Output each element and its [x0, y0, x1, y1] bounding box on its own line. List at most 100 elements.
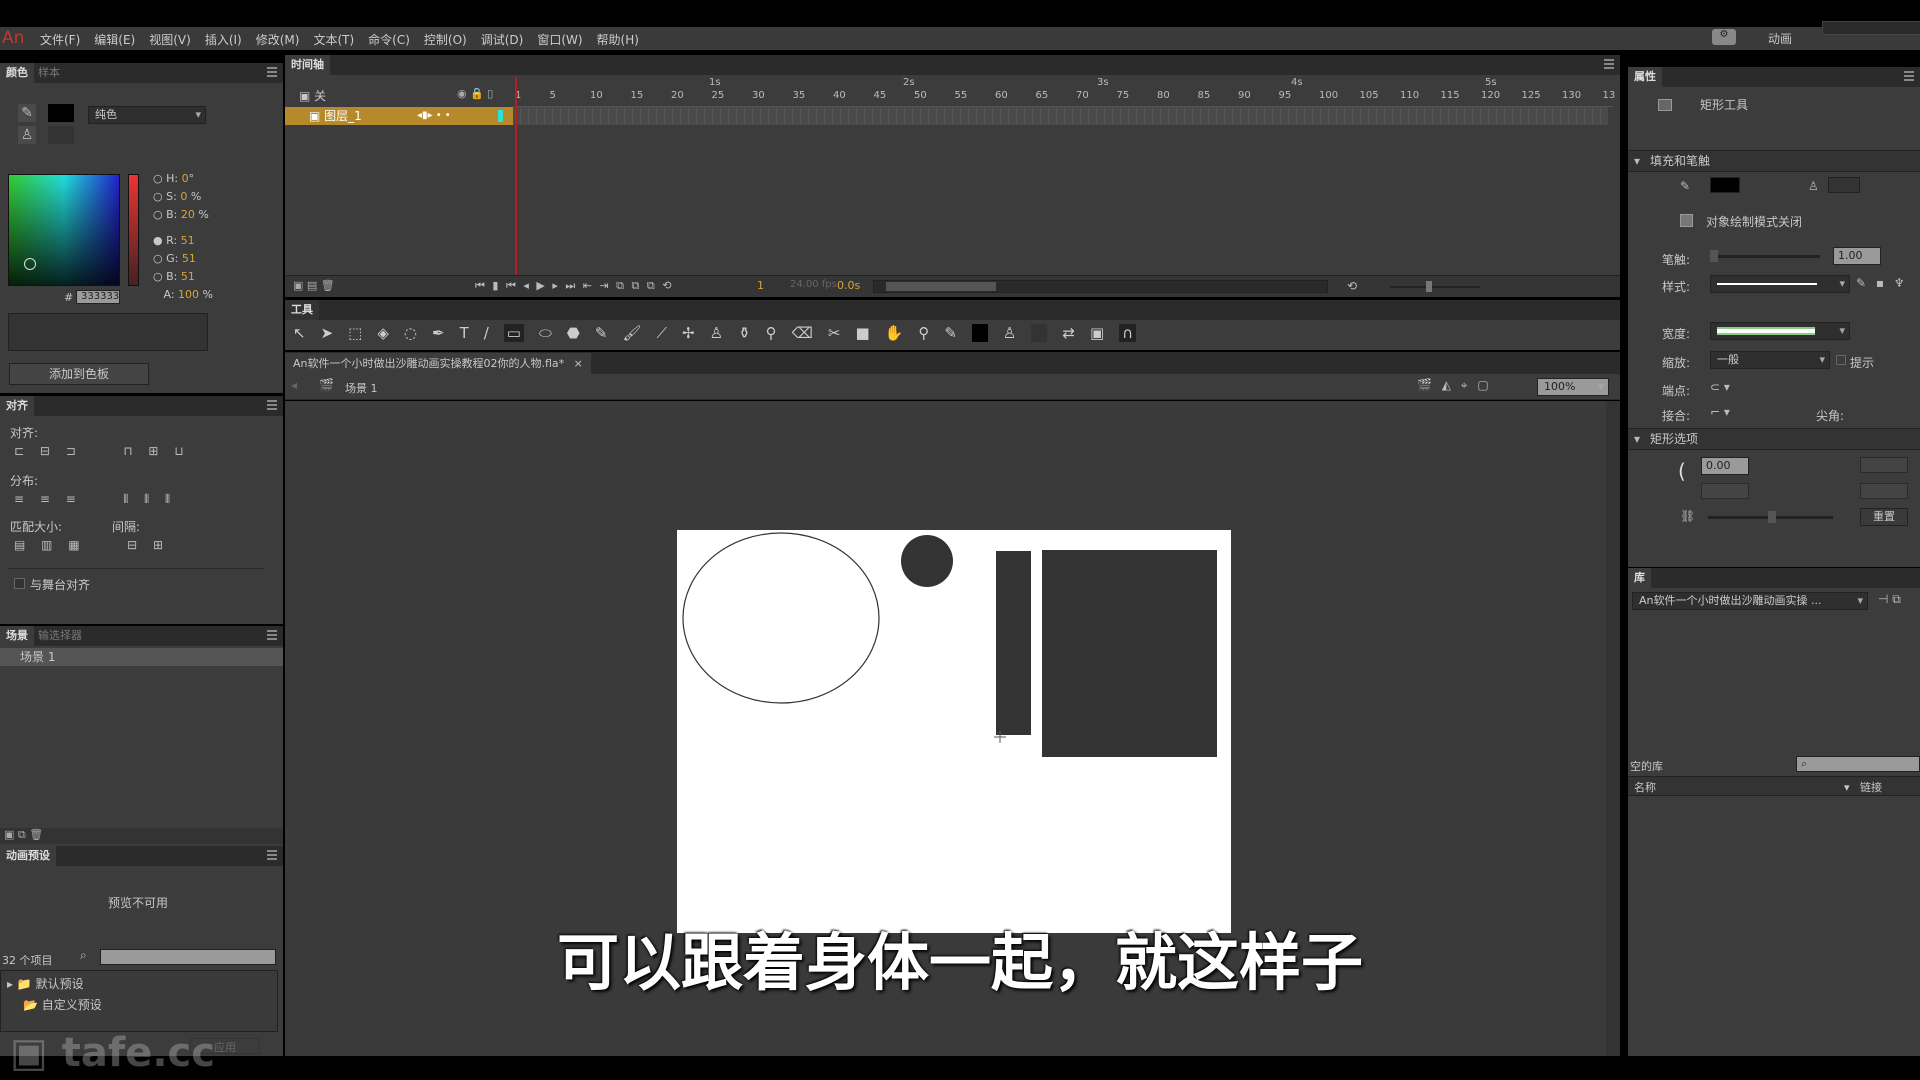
tab-properties[interactable]: 属性 — [1628, 67, 1662, 87]
subselection-tool-icon[interactable]: ➤ — [321, 324, 334, 342]
document-tab[interactable]: An软件一个小时做出沙雕动画实操教程02你的人物.fla* × — [285, 353, 591, 374]
menu-item[interactable]: 插入(I) — [205, 31, 242, 48]
menu-item[interactable]: 文件(F) — [40, 31, 80, 48]
rectangle-tool-icon[interactable]: ▭ — [503, 324, 524, 342]
frame-track[interactable] — [513, 107, 1608, 125]
polystar-icon[interactable]: ⬣ — [567, 324, 580, 342]
3d-rotation-icon[interactable]: ◈ — [377, 324, 389, 342]
thin-rectangle-shape[interactable] — [996, 551, 1031, 735]
stroke-pencil-icon[interactable]: ✎ — [18, 104, 36, 122]
circle-shape[interactable] — [901, 535, 953, 587]
loop-icon[interactable]: ⟲ — [1347, 279, 1357, 293]
pen-icon[interactable]: ✒ — [432, 324, 445, 342]
panel-menu-icon[interactable] — [267, 67, 277, 77]
cap-dropdown[interactable]: ⊂ ▾ — [1710, 380, 1730, 394]
tab-timeline[interactable]: 时间轴 — [285, 55, 330, 75]
rectangle-options-section[interactable]: 矩形选项 — [1628, 428, 1920, 450]
panel-menu-icon[interactable] — [1604, 59, 1614, 69]
join-dropdown[interactable]: ⌐ ▾ — [1710, 405, 1730, 419]
frame-rate[interactable]: 24.00 fps — [790, 279, 837, 290]
width-tool-icon[interactable]: ✂ — [828, 324, 841, 342]
style-dropdown[interactable] — [1710, 275, 1850, 293]
eraser-icon[interactable]: ⌫ — [792, 324, 813, 342]
library-search-input[interactable]: ⌕ — [1796, 756, 1920, 772]
link-icon[interactable]: ⛓ — [1680, 509, 1695, 523]
fill-type-dropdown[interactable]: 纯色 — [88, 106, 206, 124]
hex-input[interactable]: 333333 — [76, 290, 120, 304]
window-controls[interactable] — [1822, 21, 1920, 35]
menu-item[interactable]: 编辑(E) — [94, 31, 135, 48]
bone-icon[interactable]: ✢ — [682, 324, 695, 342]
camera-icon[interactable]: ■ — [855, 324, 869, 342]
stroke-color-swatch[interactable] — [1710, 177, 1740, 193]
fill-stroke-section[interactable]: 填充和笔触 — [1628, 150, 1920, 172]
free-transform-icon[interactable]: ⬚ — [348, 324, 362, 342]
width-profile-dropdown[interactable] — [1710, 322, 1850, 340]
color-picker-field[interactable] — [8, 174, 120, 286]
close-tab-icon[interactable]: × — [574, 357, 583, 370]
stroke-width-input[interactable]: 1.00 — [1833, 247, 1881, 265]
zoom-icon[interactable]: ⚲ — [918, 324, 929, 342]
frame-ruler[interactable]: 1 5 10 15 20 25 30 35 40 45 50 55 60 65 70 75 80 85 90 95 10… — [513, 77, 1615, 107]
color-picker-cursor[interactable] — [24, 258, 36, 270]
hint-checkbox[interactable] — [1836, 355, 1846, 365]
selection-tool-icon[interactable]: ↖ — [293, 324, 306, 342]
text-tool-icon[interactable]: T — [460, 324, 469, 342]
edit-bar-icons[interactable]: 🎬 ◭ ⌖ ▢ — [1417, 378, 1489, 393]
object-drawing-icon[interactable]: ▣ — [1090, 324, 1104, 342]
pin-icon[interactable]: ⊣ ⧉ — [1878, 592, 1901, 607]
tab-align[interactable]: 对齐 — [0, 396, 34, 416]
tab-selector[interactable]: 输选择器 — [32, 626, 88, 646]
current-frame[interactable]: 1 — [757, 279, 764, 292]
sync-settings-icon[interactable]: ⚙ — [1712, 29, 1736, 45]
stroke-slider[interactable] — [1710, 250, 1820, 262]
menu-item[interactable]: 帮助(H) — [597, 31, 639, 48]
column-name[interactable]: 名称 — [1634, 779, 1656, 795]
ink-bottle-icon[interactable]: ⚱ — [738, 324, 751, 342]
pencil-icon[interactable]: ✎ — [595, 324, 608, 342]
menu-item[interactable]: 控制(O) — [424, 31, 467, 48]
distribute-buttons[interactable]: ≡ ≡ ≡ ⫴ ⫴ ⫴ — [14, 492, 170, 507]
back-icon[interactable]: ◂ — [291, 378, 297, 392]
zoom-dropdown[interactable]: 100% — [1537, 378, 1609, 396]
panel-menu-icon[interactable] — [1904, 71, 1914, 81]
menu-item[interactable]: 文本(T) — [313, 31, 354, 48]
lasso-icon[interactable]: ◌ — [404, 324, 417, 342]
paint-brush-icon[interactable]: ⟋ — [657, 324, 668, 342]
zoom-slider[interactable] — [1390, 281, 1480, 292]
snap-icon[interactable]: ∩ — [1119, 324, 1137, 342]
object-drawing-icon[interactable] — [1680, 214, 1693, 227]
menu-item[interactable]: 窗口(W) — [537, 31, 582, 48]
workspace-switcher[interactable]: 动画 — [1768, 30, 1792, 47]
line-tool-icon[interactable]: / — [484, 324, 489, 342]
fill-color-swatch[interactable] — [1828, 177, 1860, 193]
tab-scene[interactable]: 场景 — [0, 626, 34, 646]
panel-menu-icon[interactable] — [267, 850, 277, 860]
scene-list-item[interactable]: 场景 1 — [0, 648, 283, 666]
style-edit-icons[interactable]: ✎ ▪ ♆ — [1856, 276, 1905, 290]
fill-color-swatch[interactable] — [48, 126, 74, 144]
tab-swatches[interactable]: 样本 — [32, 63, 66, 83]
panel-menu-icon[interactable] — [267, 630, 277, 640]
fill-color-swatch[interactable] — [1031, 324, 1048, 342]
menu-item[interactable]: 命令(C) — [368, 31, 410, 48]
menu-item[interactable]: 修改(M) — [256, 31, 300, 48]
playback-controls[interactable]: ⏮ ▮ ⏮ ◂ ▶ ▸ ⏭ ⇤ ⇥ ⧉ ⧉ ⧉ ⟲ — [475, 279, 671, 293]
fill-bucket-icon[interactable]: ♙ — [18, 126, 36, 144]
align-to-stage-checkbox[interactable] — [14, 578, 25, 589]
oval-tool-icon[interactable]: ⬭ — [539, 324, 552, 342]
corner-radius-input[interactable]: 0.00 — [1701, 457, 1749, 475]
tab-library[interactable]: 库 — [1628, 568, 1651, 588]
timeline-scrollbar[interactable] — [873, 280, 1328, 293]
menu-item[interactable]: 调试(D) — [481, 31, 524, 48]
playhead[interactable] — [515, 77, 517, 277]
library-document-dropdown[interactable]: An软件一个小时做出沙雕动画实操 ... — [1632, 592, 1868, 610]
menu-item[interactable]: 视图(V) — [149, 31, 191, 48]
visibility-lock-icons[interactable]: ◉ 🔒 ▯ — [457, 87, 493, 100]
hue-slider[interactable] — [128, 174, 139, 286]
scene-panel-footer[interactable]: ▣ ⧉ 🗑 — [0, 828, 283, 844]
column-link[interactable]: ▾ 链接 — [1844, 779, 1882, 795]
eyedropper-icon[interactable]: ⚲ — [766, 324, 777, 342]
swap-colors-icon[interactable]: ⇄ — [1062, 324, 1075, 342]
add-to-swatches-button[interactable]: 添加到色板 — [9, 363, 149, 385]
